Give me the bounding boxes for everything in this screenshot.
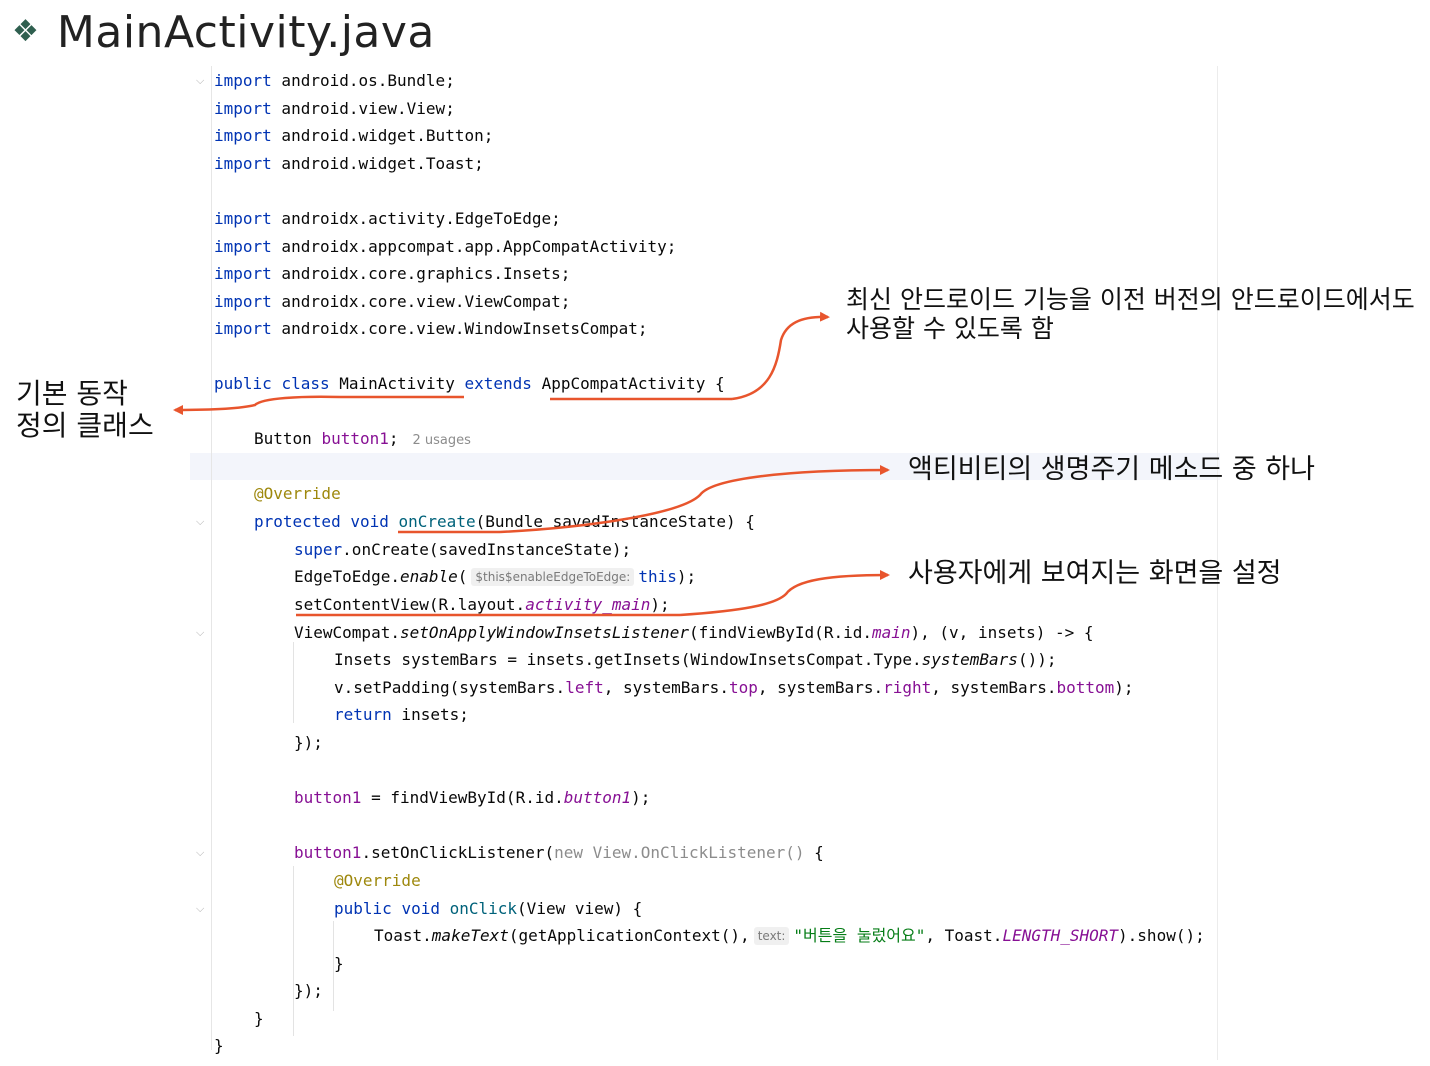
annotation-arrows [173,311,890,617]
arrow-appcompat [731,311,830,401]
arrow-lifecycle [499,465,890,534]
arrow-basic-class [173,395,341,415]
arrow-set-screen [679,570,890,617]
